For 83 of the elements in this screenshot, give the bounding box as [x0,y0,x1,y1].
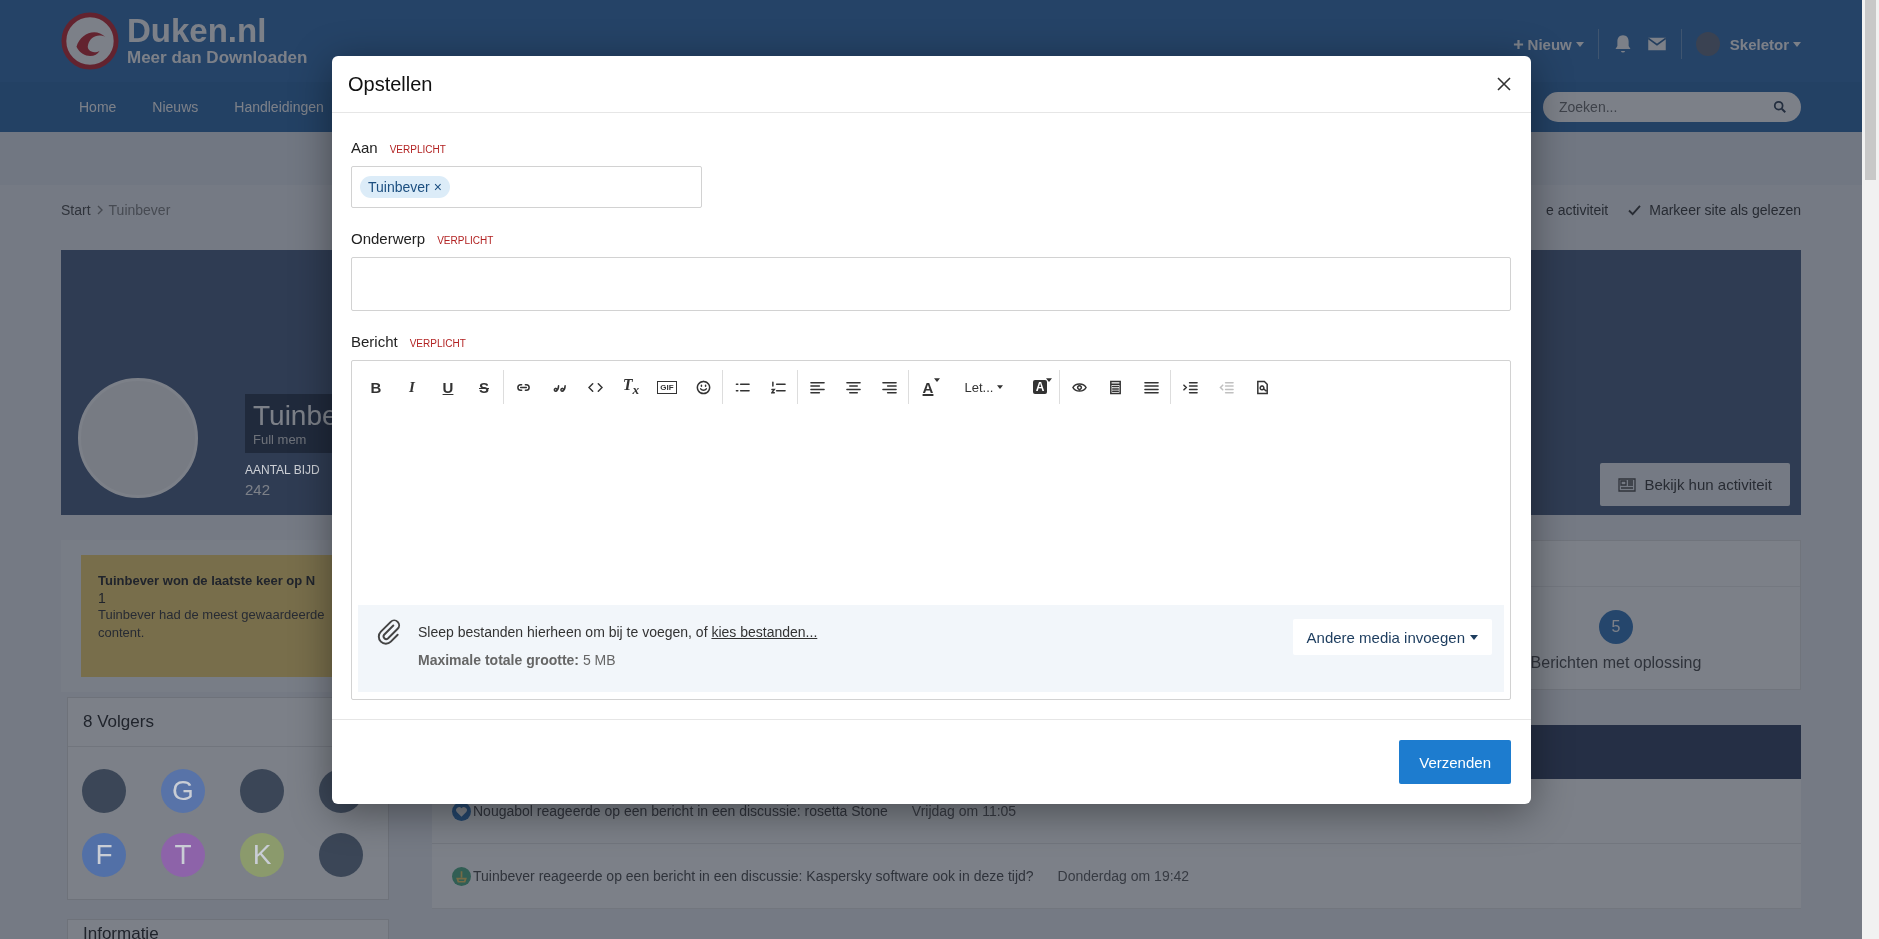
breadcrumb-link[interactable]: Start [61,202,91,218]
user-menu-button[interactable]: Skeletor [1695,32,1801,56]
search-field[interactable]: Zoeken... [1543,92,1801,122]
activity-text[interactable]: Tuinbever reageerde op een bericht in een discussie: Kaspersky software ook in deze tijd? [473,868,1034,884]
insert-media-button[interactable]: Andere media invoegen [1292,619,1492,655]
close-icon[interactable] [1497,77,1511,91]
newspaper-icon [1618,477,1637,492]
send-button[interactable]: Verzenden [1399,740,1511,784]
field-label: Onderwerp [351,230,426,247]
clear-formatting-button[interactable]: T$_{x}$ [613,372,649,402]
outdent-icon [1218,379,1234,395]
caret-icon [997,385,1004,389]
reaction-icon [452,866,471,886]
underline-button[interactable]: U [430,372,466,402]
new-menu-button[interactable]: Nieuw [1512,35,1584,53]
gif-button[interactable]: GIF [649,372,685,402]
align-right-icon [881,379,897,395]
field-label: Bericht [351,333,398,350]
stat-value: 242 [245,481,272,498]
logo-tagline: Meer dan Downloaden [127,48,308,68]
follower-avatar[interactable]: T [161,833,205,877]
follower-avatar[interactable]: F [82,833,126,877]
field-label: Aan [351,139,378,156]
bold-button[interactable]: B [358,372,394,402]
follower-avatar[interactable]: G [161,769,205,813]
smiley-icon [695,379,711,395]
stat-badge: 5 [1599,610,1633,644]
chevron-icon [96,205,103,215]
search-icon[interactable] [1773,100,1787,114]
choose-files-link[interactable]: kies bestanden... [711,624,818,640]
caret-icon [1793,41,1801,47]
logo-title[interactable]: Duken.nl [127,14,308,48]
indent-icon [1182,379,1198,395]
caret-icon [934,378,940,382]
stat-label: AANTAL BIJD [245,463,321,477]
caret-icon [1470,634,1478,640]
required-label: VERPLICHT [437,235,494,246]
nav-link[interactable]: Nieuws [152,99,199,115]
activity-link[interactable]: e activiteit [1546,202,1609,218]
activity-text[interactable]: Nougabol reageerde op een bericht in een discussie: rosetta Stone [473,803,888,819]
paperclip-icon [376,619,402,645]
recipient-token[interactable]: Tuinbever × [360,176,450,198]
document-icon [1107,379,1123,395]
panel-title: Informatie [83,924,159,939]
drop-instructions: Sleep bestanden hierheen om bij te voegen, of kies bestanden... [418,624,819,640]
size-limit-text: Maximale totale grootte: 5 MB [418,652,617,668]
numbered-list-icon [770,379,786,395]
search-document-icon [1254,379,1270,395]
justify-icon [1143,379,1159,395]
follower-avatar[interactable] [319,833,363,877]
required-label: VERPLICHT [389,144,446,155]
scrollbar[interactable] [1862,0,1879,939]
view-activity-button[interactable]: Bekijk hun activiteit [1600,463,1790,506]
recipient-field[interactable]: Tuinbever × [351,166,702,208]
check-icon [1628,204,1642,216]
dialog-title: Opstellen [348,72,433,96]
notice-count: 1 [98,590,107,606]
stat-label: Berichten met oplossing [1530,654,1702,672]
align-center-icon [845,379,861,395]
align-left-icon [809,379,825,395]
font-dropdown[interactable]: Let... [946,372,1022,402]
follower-avatar[interactable] [240,769,284,813]
notice-title: Tuinbever won de laatste keer op N [98,573,317,588]
italic-button[interactable]: I [394,372,430,402]
caret-icon [1575,41,1584,47]
activity-time: Donderdag om 19:42 [1057,868,1190,884]
caret-icon [1046,378,1052,382]
mark-read-link[interactable]: Markeer site als gelezen [1649,202,1801,218]
text-color-button[interactable]: A [910,372,946,402]
activity-time: Vrijdag om 11:05 [911,803,1017,819]
logo-icon[interactable] [61,12,119,70]
follower-avatar[interactable]: K [240,833,284,877]
notice-text: Tuinbever had de meest gewaardeerde content. [98,606,326,642]
subject-field[interactable] [351,257,1511,311]
follower-avatar[interactable] [82,769,126,813]
nav-link[interactable]: Handleidingen [234,99,324,115]
strike-button[interactable]: S [466,372,502,402]
required-label: VERPLICHT [409,338,466,349]
background-color-button[interactable]: A [1022,372,1058,402]
message-editor[interactable]: B I U S T$_{x}$ GIF A Let... A Sleep bestanden hierheen om bij te voegen, of kies bestanden... Maximale totale grootte: 5 MB Andere media invoegen [351,360,1511,700]
nav-link[interactable]: Home [79,99,117,115]
panel-title: 8 Volgers [83,712,154,732]
plus-icon [1512,38,1524,50]
